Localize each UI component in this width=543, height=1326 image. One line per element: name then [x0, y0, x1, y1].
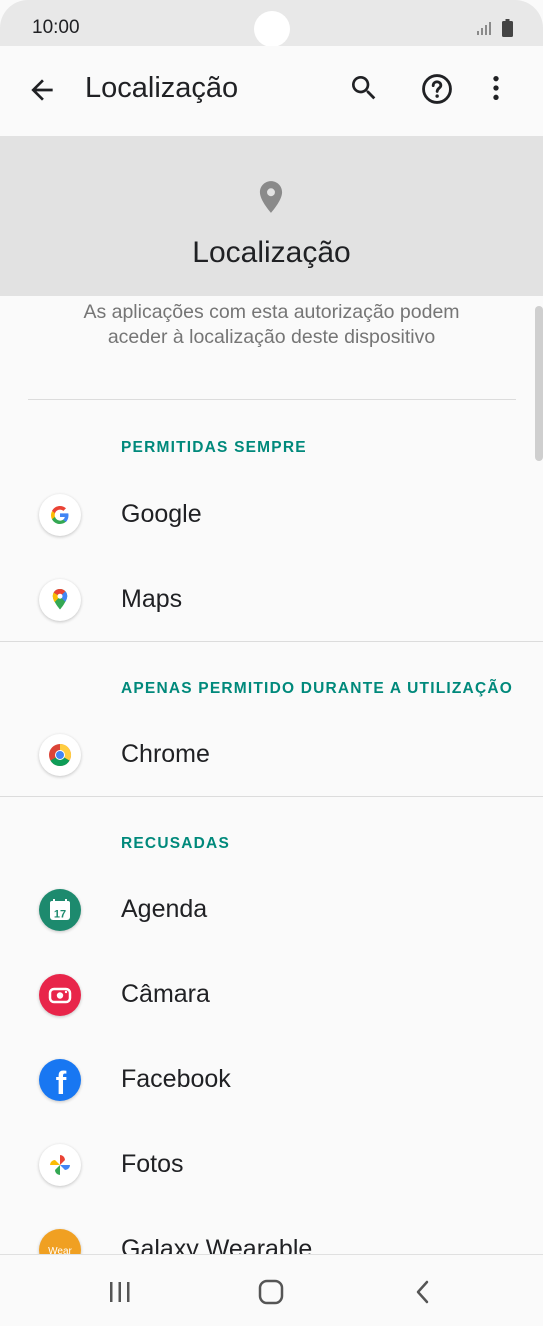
screen: 10:00 Localização Localização As aplicaç… [0, 0, 543, 1326]
divider [28, 399, 516, 400]
chrome-icon [39, 734, 81, 776]
search-icon[interactable] [348, 72, 380, 104]
list-item-agenda[interactable]: 17 Agenda [0, 868, 543, 952]
list-item-facebook[interactable]: f Facebook [0, 1038, 543, 1122]
calendar-icon: 17 [39, 889, 81, 931]
facebook-icon-text: f [56, 1065, 67, 1101]
battery-icon [502, 19, 513, 37]
app-name: Agenda [121, 895, 208, 923]
section-title-denied: RECUSADAS [121, 835, 230, 852]
calendar-icon-text: 17 [54, 909, 66, 921]
section-divider [0, 641, 543, 642]
navigation-bar [0, 1254, 543, 1326]
list-item-fotos[interactable]: Fotos [0, 1123, 543, 1207]
photos-icon [39, 1144, 81, 1186]
list-item-google[interactable]: Google [0, 473, 543, 557]
list-item-camara[interactable]: Câmara [0, 953, 543, 1037]
section-title-allowed-while-using: APENAS PERMITIDO DURANTE A UTILIZAÇÃO [121, 680, 513, 697]
home-icon[interactable] [256, 1277, 286, 1307]
back-arrow-icon[interactable] [26, 74, 58, 106]
front-camera [254, 11, 290, 47]
signal-icon [477, 22, 491, 35]
permission-header: Localização [0, 136, 543, 296]
status-bar: 10:00 [0, 0, 543, 47]
camera-icon [39, 974, 81, 1016]
app-name: Maps [121, 585, 183, 613]
app-bar: Localização [0, 46, 543, 132]
app-name: Chrome [121, 740, 210, 768]
status-time: 10:00 [32, 17, 80, 38]
page-title: Localização [85, 72, 239, 104]
google-icon [39, 494, 81, 536]
recent-apps-icon[interactable] [105, 1277, 135, 1307]
permission-description: As aplicações com esta autorização podem… [83, 301, 460, 348]
location-pin-icon [259, 181, 283, 213]
section-divider [0, 796, 543, 797]
header-title: Localização [192, 236, 351, 269]
scrollbar[interactable] [535, 306, 543, 461]
app-name: Google [121, 500, 202, 528]
back-icon[interactable] [408, 1277, 438, 1307]
facebook-icon: f [39, 1059, 81, 1101]
app-name: Facebook [121, 1065, 231, 1093]
app-name: Fotos [121, 1150, 184, 1178]
list-item-chrome[interactable]: Chrome [0, 713, 543, 797]
more-options-icon[interactable] [480, 72, 512, 104]
list-item-maps[interactable]: Maps [0, 558, 543, 642]
maps-icon [39, 579, 81, 621]
section-title-allowed-always: PERMITIDAS SEMPRE [121, 439, 307, 456]
help-icon[interactable] [420, 72, 454, 106]
app-name: Câmara [121, 980, 210, 1008]
